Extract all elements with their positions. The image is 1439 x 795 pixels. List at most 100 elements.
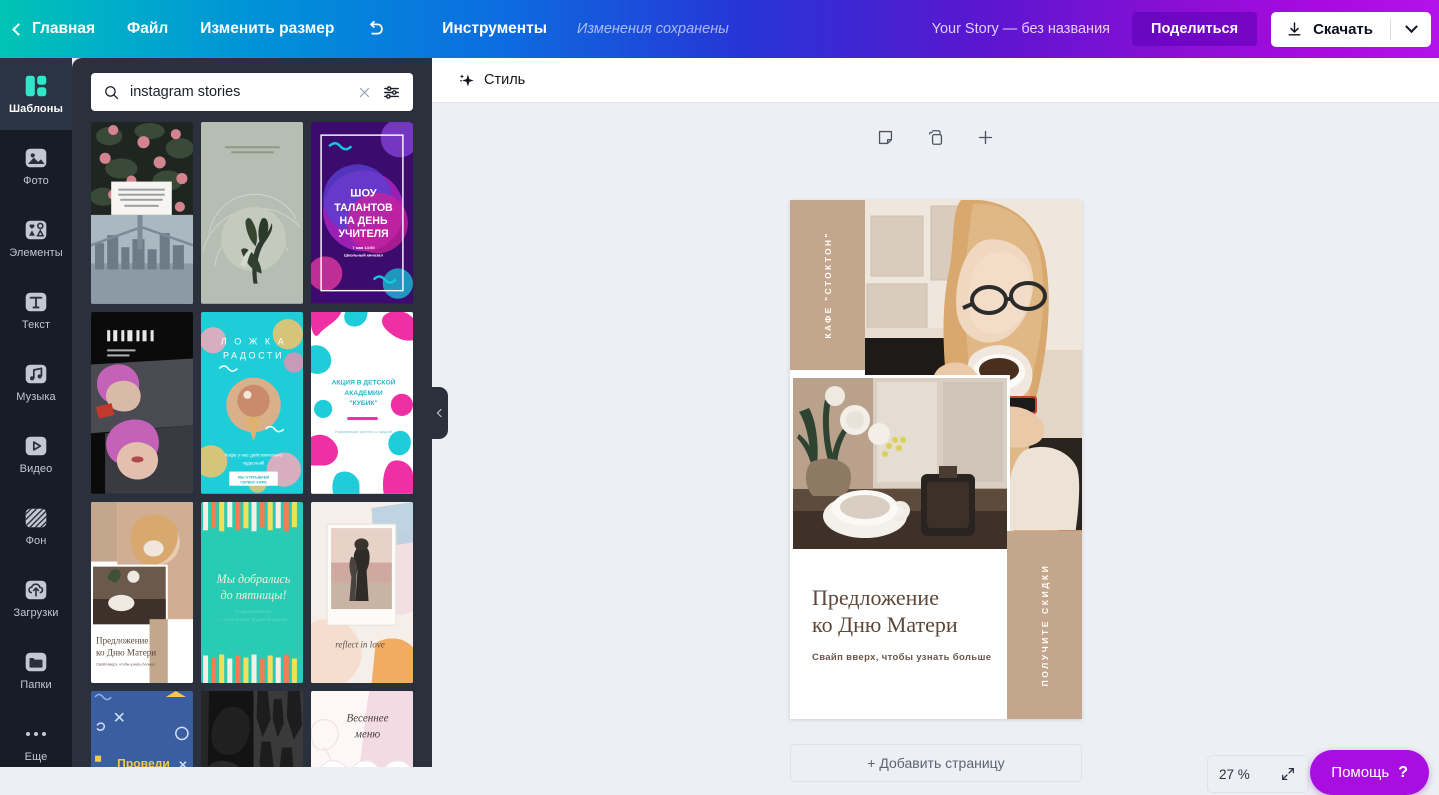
sidebar-item-uploads[interactable]: Загрузки [0,562,72,634]
svg-text:АКАДЕМИИ: АКАДЕМИИ [344,390,382,397]
discount-bar: ПОЛУЧИТЕ СКИДКИ [1007,531,1082,719]
style-button[interactable]: Стиль [452,68,531,93]
template-card-spoon-of-joy[interactable]: Л О Ж К А РАДОСТИ Кофе у нас действитель… [201,311,303,494]
svg-text:чудесный!: чудесный! [243,459,265,465]
home-label: Главная [32,20,96,37]
sidebar-item-label: Текст [21,319,51,331]
folder-icon [25,652,47,672]
offer-title-line2: ко Дню Матери [812,611,958,637]
notes-button[interactable] [872,123,900,151]
zoom-control: 27 % [1207,755,1309,793]
templates-icon [25,75,47,97]
offer-subtitle: Свайп вверх, чтобы узнать больше [812,651,992,663]
file-menu-button[interactable]: Файл [111,0,184,58]
svg-text:Школьный кинозал: Школьный кинозал [344,252,383,257]
add-page-icon-button[interactable] [972,123,1000,151]
chevron-left-icon [12,23,25,36]
video-icon [25,436,47,456]
resize-button[interactable]: Изменить размер [184,0,350,58]
undo-button[interactable] [350,0,400,58]
duplicate-button[interactable] [922,123,950,151]
sidebar-item-photos[interactable]: Фото [0,130,72,202]
flowers-and-coffee-image [790,375,1010,552]
svg-text:ко Дню Матери: ко Дню Матери [96,647,156,657]
search-area [72,58,432,122]
templates-panel: ШОУ ТАЛАНТОВ НА ДЕНЬ УЧИТЕЛЯ 7 мая 14:00… [72,58,432,767]
template-card-bw-motorcycle[interactable] [201,691,303,767]
chevron-down-icon [1404,19,1418,33]
template-card-friday[interactable]: Мы добрались до пятницы! Поздравляем вас… [201,501,303,684]
template-card-beach-couple[interactable]: reflect in love [311,501,413,684]
photo-icon [25,148,47,168]
add-page-button[interactable]: + Добавить страницу [790,744,1082,782]
design-page[interactable]: КАФЕ "СТОКТОН" ПОЛУЧИТЕ СКИДКИ Предложен… [790,200,1082,719]
tools-button[interactable]: Инструменты [426,0,563,58]
home-button[interactable]: Главная [0,0,111,58]
sidebar-item-folders[interactable]: Папки [0,634,72,706]
svg-text:УЧИТЕЛЯ: УЧИТЕЛЯ [338,228,388,240]
svg-text:reflect in love: reflect in love [335,639,385,649]
notes-icon [878,130,893,144]
download-label: Скачать [1313,20,1373,38]
sidebar-item-templates[interactable]: Шаблоны [0,58,72,130]
save-status: Изменения сохранены [576,21,729,37]
cafe-name-text: КАФЕ "СТОКТОН" [822,231,833,339]
sidebar-item-label: Папки [20,679,52,691]
filter-sliders-icon[interactable] [379,80,403,104]
template-card-blue-promo[interactable]: Проведи сегодня с пользой УЗНАТЬ БОЛЬШЕ [91,691,193,767]
sidebar-item-text[interactable]: Текст [0,274,72,346]
search-box[interactable] [91,73,413,111]
sparkle-icon [459,73,474,87]
music-icon [25,364,47,384]
template-card-spring-menu[interactable]: Весеннее меню Весеннийсалат Суп дняс зел… [311,691,413,767]
expand-arrows-icon[interactable] [1279,765,1297,783]
template-card-mothers-day[interactable]: Предложение ко Дню Матери Свайп вверх, ч… [91,501,193,684]
svg-text:Свайп вверх, чтобы узнать боль: Свайп вверх, чтобы узнать больше [96,662,155,666]
search-input[interactable] [120,84,353,100]
share-button[interactable]: Поделиться [1132,12,1258,46]
svg-text:Кофе у нас действительно: Кофе у нас действительно [225,451,283,457]
svg-text:Поздравляем вас: Поздравляем вас [235,609,273,614]
top-toolbar-right: Your Story — без названия Поделиться Ска… [910,0,1439,58]
svg-text:Предложение: Предложение [96,635,148,645]
sidebar-item-background[interactable]: Фон [0,490,72,562]
editor-toolbar: Стиль [432,58,1439,103]
page-tools [432,123,1439,151]
clear-search-icon[interactable] [353,81,375,103]
document-title[interactable]: Your Story — без названия [910,21,1132,37]
collapse-panel-button[interactable] [432,387,448,439]
elements-icon [25,220,47,240]
offer-title-line1: Предложение [812,585,939,610]
template-card-talent-show[interactable]: ШОУ ТАЛАНТОВ НА ДЕНЬ УЧИТЕЛЯ 7 мая 14:00… [311,122,413,304]
offer-text-block[interactable]: Предложение ко Дню Матери Свайп вверх, ч… [812,585,1012,663]
svg-text:Л О Ж К А: Л О Ж К А [221,336,287,346]
template-card-punk-portrait[interactable] [91,311,193,494]
template-results[interactable]: ШОУ ТАЛАНТОВ НА ДЕНЬ УЧИТЕЛЯ 7 мая 14:00… [72,122,432,767]
help-button[interactable]: Помощь ? [1310,750,1429,795]
svg-text:РАДОСТИ: РАДОСТИ [223,350,284,360]
sidebar-item-music[interactable]: Музыка [0,346,72,418]
svg-text:Развивающие занятия со скидкой: Развивающие занятия со скидкой [335,430,392,434]
sidebar-item-elements[interactable]: Элементы [0,202,72,274]
style-label: Стиль [484,72,526,88]
download-arrow-icon [1288,21,1301,36]
sidebar-item-label: Фон [25,535,47,547]
duplicate-icon [928,129,943,145]
sidebar-item-label: Фото [23,175,49,187]
sidebar-item-more[interactable]: Еще [0,706,72,778]
download-button[interactable]: Скачать [1271,12,1390,47]
sidebar-item-video[interactable]: Видео [0,418,72,490]
download-options-button[interactable] [1391,12,1431,47]
template-card-sage-hand[interactable] [201,122,303,304]
undo-arrow-icon [370,20,384,35]
sidebar-item-label: Видео [19,463,53,475]
template-card-roses-bridge[interactable] [91,122,193,304]
text-icon [25,292,47,312]
background-icon [25,508,47,528]
template-card-kids-academy[interactable]: АКЦИЯ В ДЕТСКОЙ АКАДЕМИИ "КУБИК" Развива… [311,311,413,494]
zoom-level[interactable]: 27 % [1219,767,1250,782]
svg-text:НА ДЕНЬ: НА ДЕНЬ [339,215,388,227]
sidebar-item-label: Элементы [9,247,63,259]
svg-text:МЫ ОТКРЫВАЕМ: МЫ ОТКРЫВАЕМ [238,475,269,479]
svg-text:"КУБИК": "КУБИК" [349,400,377,407]
